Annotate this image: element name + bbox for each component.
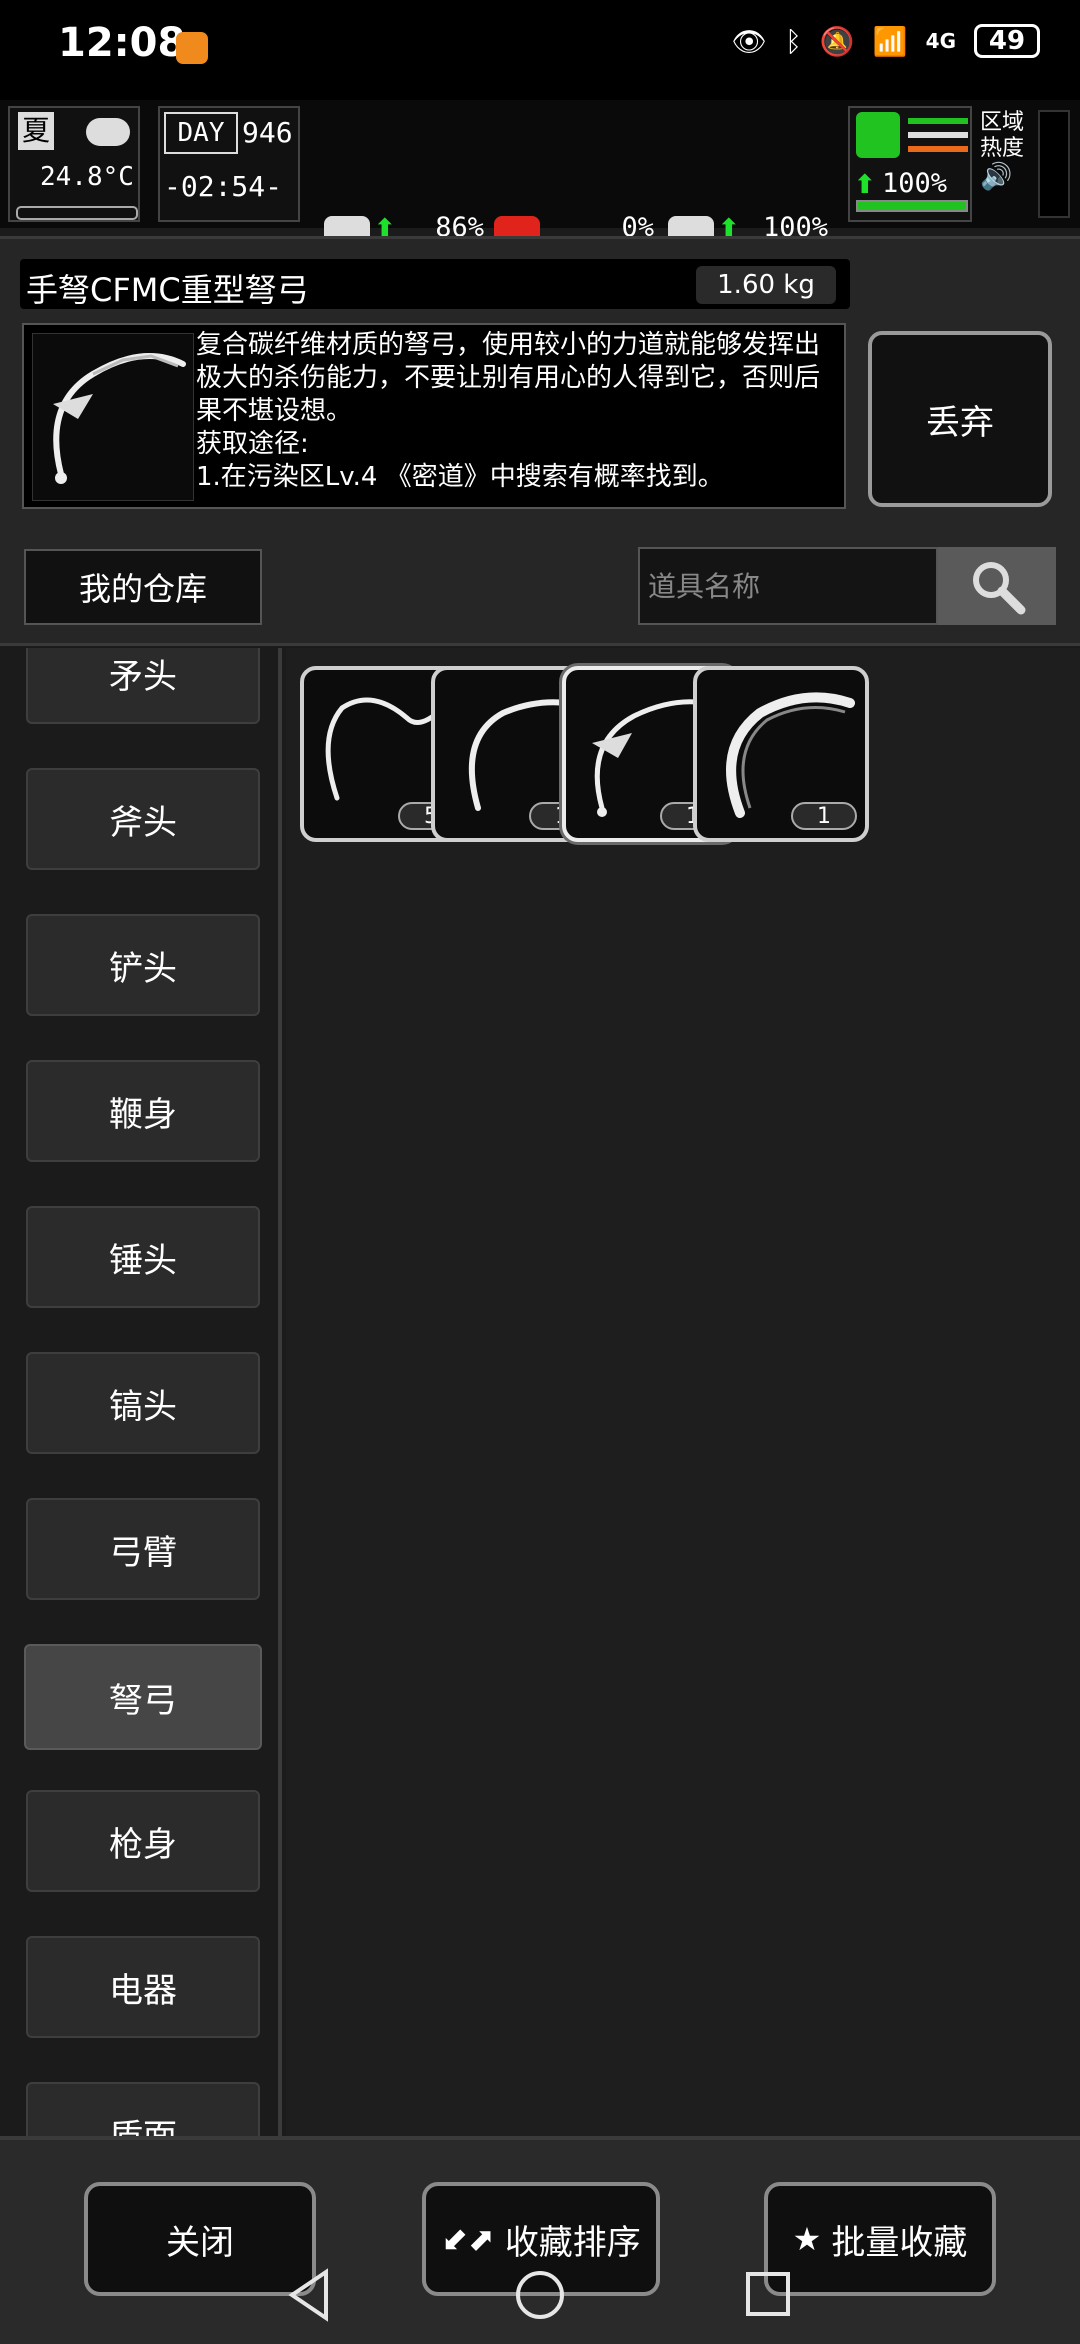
my-warehouse-tab[interactable]: 我的仓库 [24,549,262,625]
speaker-icon: 🔊 [980,162,1013,192]
status-icons: 👁 ᛒ 🔕 📶 4G 49 [732,24,1040,58]
inventory-slot[interactable]: 1 [693,666,869,842]
network-label: 4G [925,29,956,53]
item-weight: 1.60 kg [696,266,836,304]
item-description: 复合碳纤维材质的弩弓，使用较小的力道就能够发挥出极大的杀伤能力，不要让别有用心的… [196,329,836,494]
recents-nav-icon[interactable] [746,2272,790,2316]
category-item[interactable]: 电器 [26,1936,260,2038]
item-grid: 5111 [286,648,1080,2136]
leg-bar-green [908,118,968,124]
category-item[interactable]: 镐头 [26,1352,260,1454]
item-description-text: 复合碳纤维材质的弩弓，使用较小的力道就能够发挥出极大的杀伤能力，不要让别有用心的… [196,330,821,426]
back-nav-icon[interactable] [288,2268,328,2322]
category-item[interactable]: 鞭身 [26,1060,260,1162]
star-icon: ★ [792,2220,822,2258]
thermometer-bar [16,206,138,220]
batch-favorite-label: 批量收藏 [831,2222,968,2263]
cloud-icon [86,118,130,146]
leg-status-box: ⬆ 100% [848,106,972,222]
day-number: 946 [242,116,293,149]
leg-value: 100% [882,168,948,199]
search-input[interactable] [638,547,938,625]
system-nav-bar [288,2268,790,2322]
status-bar: 12:08 👁 ᛒ 🔕 📶 4G 49 [0,0,1080,100]
item-source-line: 1.在污染区Lv.4 《密道》中搜索有概率找到。 [196,462,724,492]
warehouse-header: 我的仓库 [0,533,1080,646]
category-item[interactable]: 锤头 [26,1206,260,1308]
weather-box[interactable]: 夏 24.8°C [8,106,140,222]
item-count-badge: 1 [791,802,857,830]
category-item[interactable]: 铲头 [26,914,260,1016]
leg-up-arrow-icon: ⬆ [854,170,876,200]
clock-readout: -02:54- [164,170,283,203]
battery-icon: 49 [974,24,1040,58]
category-item[interactable]: 矛头 [26,648,260,724]
status-time: 12:08 [58,20,186,66]
day-clock-box: DAY 946 -02:54- [158,106,300,222]
leg-icon [856,112,900,158]
category-item[interactable]: 枪身 [26,1790,260,1892]
leg-bar-orange [908,146,968,152]
item-title: 手弩CFMC重型弩弓 [26,271,309,309]
item-detail-panel: 手弩CFMC重型弩弓 1.60 kg 复合碳纤维材质的弩弓，使用较小的力道就能够… [0,236,1080,536]
item-title-bar: 手弩CFMC重型弩弓 1.60 kg [20,259,850,309]
item-source-label: 获取途径: [196,429,309,459]
crossbow-icon [32,333,194,501]
sort-arrows-icon: ⬋⬈ [441,2220,495,2258]
category-item[interactable]: 斧头 [26,768,260,870]
leg-bar [856,200,968,212]
notification-app-icon [176,32,208,64]
battery-level: 49 [988,26,1026,56]
search-icon [973,562,1026,615]
leg-bar-white [908,132,968,138]
mute-icon: 🔕 [819,24,855,58]
category-sidebar[interactable]: 矛头斧头铲头鞭身锤头镐头弓臂弩弓枪身电器盾面 [4,648,282,2136]
item-description-box: 复合碳纤维材质的弩弓，使用较小的力道就能够发挥出极大的杀伤能力，不要让别有用心的… [22,323,846,509]
discard-button[interactable]: 丢弃 [868,331,1052,507]
favorite-sort-label: 收藏排序 [504,2222,641,2263]
day-label: DAY [164,112,238,154]
bluetooth-icon: ᛒ [785,24,802,58]
close-button-label: 关闭 [166,2222,234,2263]
region-heat[interactable]: 区域热度 🔊 [980,110,1036,218]
season-label: 夏 [18,112,54,150]
eye-icon: 👁 [731,24,768,58]
survival-hud: 夏 24.8°C DAY 946 -02:54- ⬆86%0%⬆100%0%0%… [0,100,1080,316]
category-item[interactable]: 弓臂 [26,1498,260,1600]
search-button[interactable] [938,547,1056,625]
wifi-icon: 📶 [872,24,908,58]
hud-side-panel [1038,110,1070,218]
home-nav-icon[interactable] [516,2271,564,2319]
region-heat-label: 区域热度 [980,110,1025,161]
category-item[interactable]: 弩弓 [24,1644,262,1750]
temperature-readout: 24.8°C [40,162,134,192]
category-item[interactable]: 盾面 [26,2082,260,2136]
